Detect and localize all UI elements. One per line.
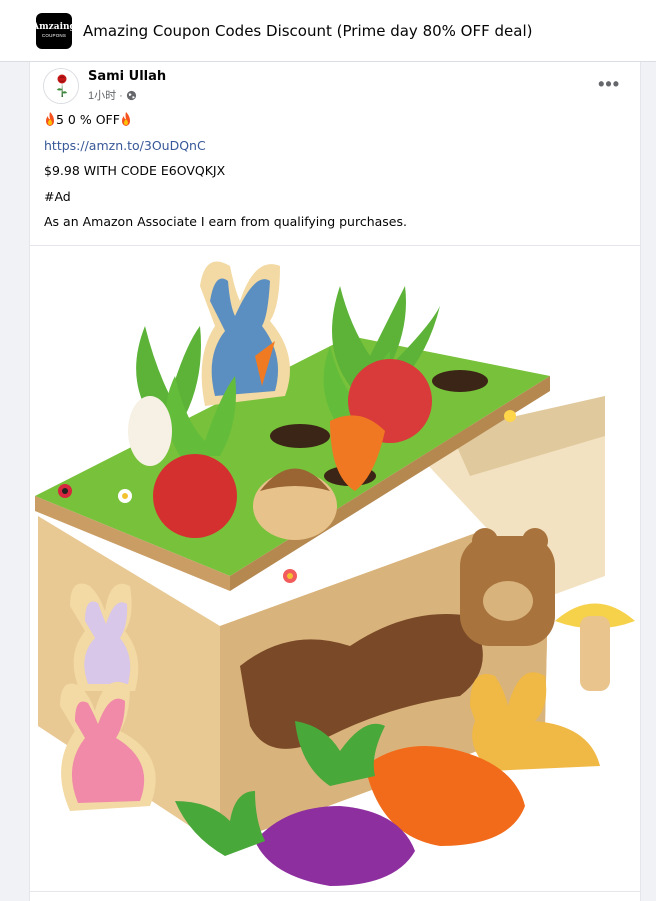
divider [30,891,640,892]
globe-icon [126,90,136,100]
hashtag-ad[interactable]: #Ad [44,189,629,215]
affiliate-disclosure: As an Amazon Associate I earn from quali… [44,214,407,229]
wooden-carrot-harvest-toy-illustration [30,246,640,892]
more-options-icon[interactable]: ••• [598,74,620,95]
group-logo-text: Amzaing [32,21,76,32]
offer-line: 5 0 % OFF [44,112,629,138]
author-name[interactable]: Sami Ullah [88,69,166,84]
group-logo-subtext: COUPONS [41,32,67,38]
fire-emoji-icon [121,112,130,126]
rose-icon [44,69,78,103]
fire-emoji-icon [46,112,54,126]
link-line: https://amzn.to/3OuDQnC [44,138,629,164]
post-timestamp[interactable]: 1小时 · [88,87,123,103]
post-text: 5 0 % OFF https://amzn.to/3OuDQnC $9.98 … [44,112,629,240]
offer-text: 5 0 % OFF [56,112,120,127]
product-image[interactable] [30,246,640,892]
group-header: Amzaing COUPONS Amazing Coupon Codes Dis… [0,0,656,62]
author-avatar[interactable] [43,68,79,104]
group-logo[interactable]: Amzaing COUPONS [32,12,76,49]
price-code-line: $9.98 WITH CODE E6OVQKJX [44,163,226,178]
product-link[interactable]: https://amzn.to/3OuDQnC [44,138,206,153]
post-meta: 1小时 · [88,87,137,103]
post-card: Sami Ullah 1小时 · ••• 5 0 % OFF https://a… [29,62,641,901]
group-title[interactable]: Amazing Coupon Codes Discount (Prime day… [83,22,532,40]
post-header: Sami Ullah 1小时 · ••• [43,68,628,108]
